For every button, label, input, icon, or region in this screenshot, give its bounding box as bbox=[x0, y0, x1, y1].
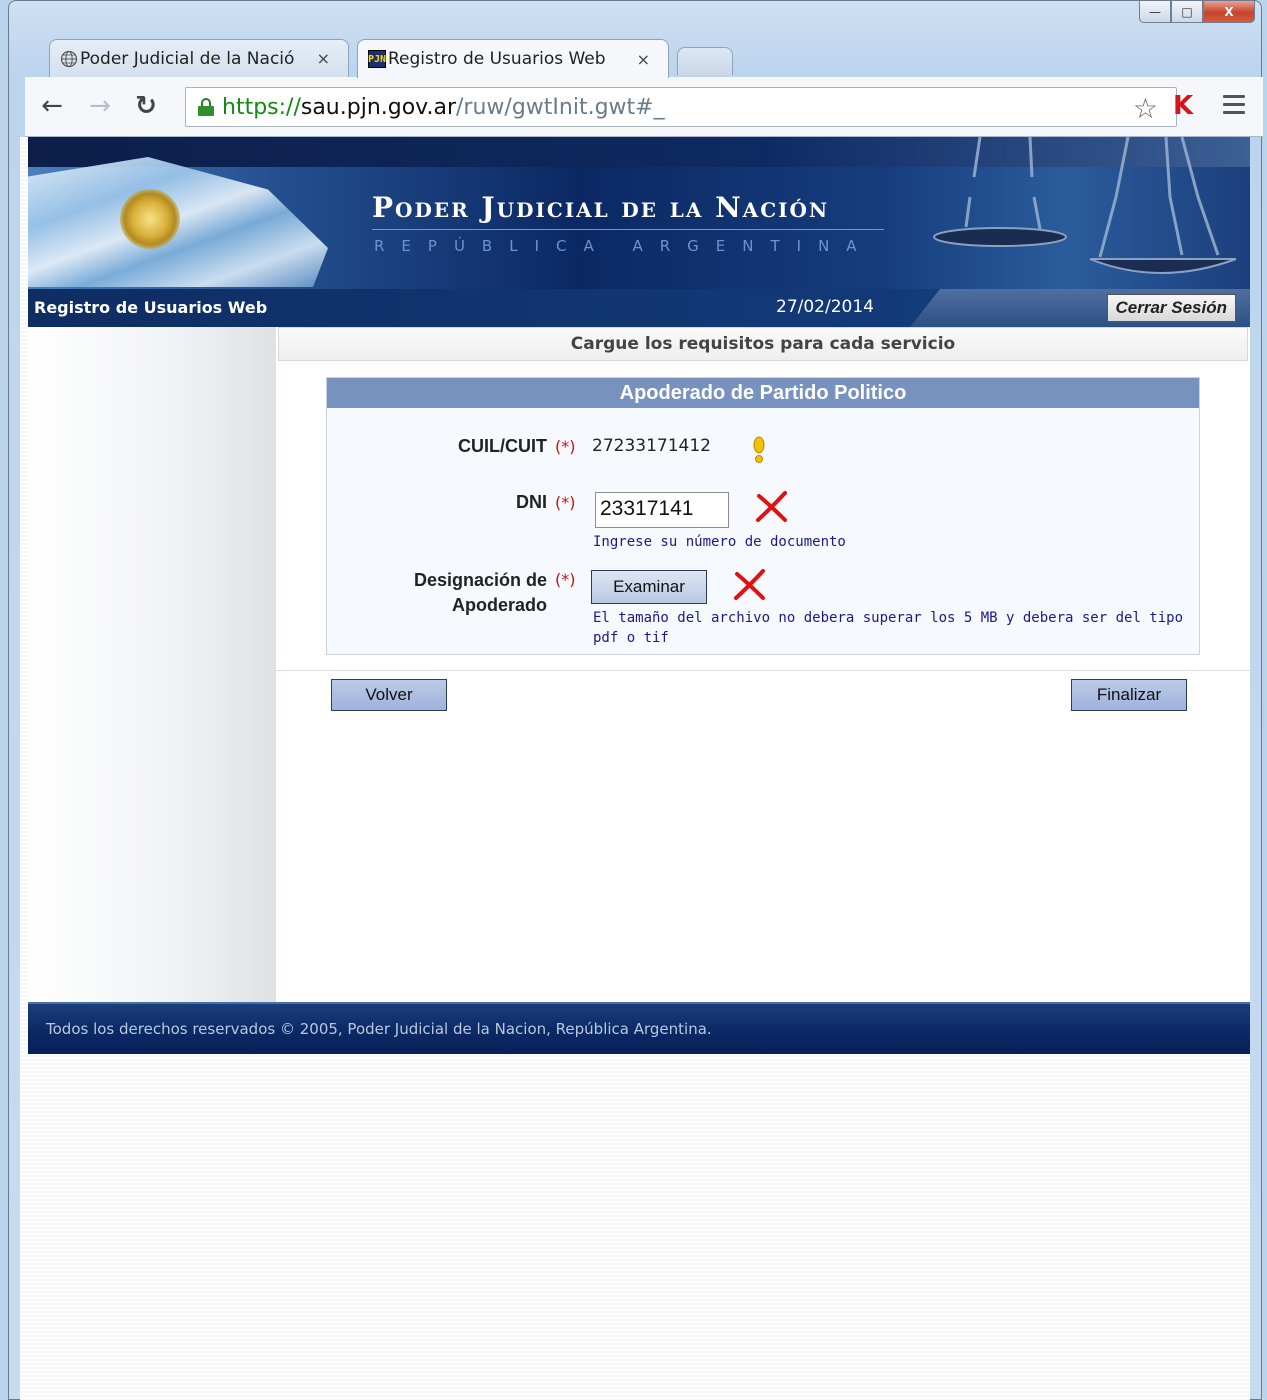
service-form: Apoderado de Partido Politico CUIL/CUIT … bbox=[326, 377, 1200, 655]
tab-strip: Poder Judicial de la Nació × PJN Registr… bbox=[25, 39, 925, 78]
url-scheme: https:// bbox=[222, 94, 301, 120]
invalid-x-icon bbox=[756, 491, 787, 522]
form-title: Apoderado de Partido Politico bbox=[327, 378, 1199, 408]
browser-toolbar: ← → ↻ https://sau.pjn.gov.ar/ruw/gwtInit… bbox=[25, 77, 1263, 137]
menu-hamburger-icon[interactable] bbox=[1223, 95, 1245, 115]
warning-info-icon[interactable] bbox=[751, 436, 767, 464]
tab-title: Poder Judicial de la Nació bbox=[80, 48, 295, 69]
cuil-label: CUIL/CUIT bbox=[458, 436, 547, 456]
page-footer: Todos los derechos reservados © 2005, Po… bbox=[28, 1002, 1250, 1054]
pjn-favicon-icon: PJN bbox=[368, 50, 386, 68]
url-host: sau.pjn.gov.ar bbox=[300, 94, 457, 120]
lock-icon bbox=[198, 98, 214, 116]
main-content: Cargue los requisitos para cada servicio… bbox=[276, 327, 1250, 1002]
page-viewport: Poder Judicial de la Nación REPÚBLICA AR… bbox=[20, 137, 1250, 1400]
maximize-button[interactable]: □ bbox=[1171, 1, 1203, 23]
close-window-button[interactable]: X bbox=[1203, 1, 1255, 23]
designacion-label: Designación de bbox=[413, 570, 547, 590]
required-marker: (*) bbox=[555, 437, 576, 456]
required-marker: (*) bbox=[555, 570, 576, 589]
file-hint: El tamaño del archivo no debera superar … bbox=[593, 610, 1184, 626]
logout-button[interactable]: Cerrar Sesión bbox=[1106, 294, 1236, 322]
minimize-button[interactable]: — bbox=[1139, 1, 1171, 23]
banner-title: Poder Judicial de la Nación bbox=[372, 191, 830, 224]
invalid-x-icon bbox=[734, 569, 765, 600]
dni-hint: Ingrese su número de documento bbox=[593, 534, 846, 550]
new-tab-button[interactable] bbox=[677, 47, 733, 75]
sun-emblem-icon bbox=[120, 189, 180, 249]
app-name: Registro de Usuarios Web bbox=[34, 298, 268, 317]
designacion-label-line2: Apoderado bbox=[451, 595, 547, 615]
file-hint-line2: pdf o tif bbox=[593, 630, 669, 646]
tab-close-icon[interactable]: × bbox=[317, 49, 330, 68]
address-bar[interactable]: https://sau.pjn.gov.ar/ruw/gwtInit.gwt#_… bbox=[185, 87, 1177, 127]
current-date: 27/02/2014 bbox=[776, 297, 874, 317]
tab-poder-judicial[interactable]: Poder Judicial de la Nació × bbox=[49, 39, 349, 77]
cuil-value: 27233171412 bbox=[592, 436, 711, 456]
window-controls: — □ X bbox=[1139, 1, 1255, 23]
back-button[interactable]: Volver bbox=[331, 679, 447, 711]
kaspersky-icon[interactable]: K bbox=[1173, 91, 1203, 121]
bookmark-star-icon[interactable]: ☆ bbox=[1133, 92, 1158, 125]
app-status-bar: Registro de Usuarios Web 27/02/2014 Cerr… bbox=[28, 289, 1250, 327]
section-header: Cargue los requisitos para cada servicio bbox=[278, 327, 1248, 361]
tab-registro-usuarios[interactable]: PJN Registro de Usuarios Web × bbox=[357, 39, 669, 78]
url-path: /ruw/gwtInit.gwt#_ bbox=[456, 94, 665, 120]
left-sidebar bbox=[28, 327, 276, 1002]
banner-subtitle: REPÚBLICA ARGENTINA bbox=[374, 237, 874, 255]
tab-close-icon[interactable]: × bbox=[637, 50, 650, 69]
globe-icon bbox=[60, 50, 78, 68]
header-banner: Poder Judicial de la Nación REPÚBLICA AR… bbox=[28, 137, 1250, 289]
dni-label: DNI bbox=[516, 492, 547, 512]
dni-input[interactable]: 23317141 bbox=[595, 492, 729, 528]
tab-title: Registro de Usuarios Web bbox=[388, 49, 606, 69]
required-marker: (*) bbox=[555, 493, 576, 512]
scales-of-justice-icon bbox=[933, 137, 1237, 274]
browse-file-button[interactable]: Examinar bbox=[591, 570, 707, 604]
reload-icon[interactable]: ↻ bbox=[129, 89, 163, 123]
finish-button[interactable]: Finalizar bbox=[1071, 679, 1187, 711]
forward-arrow-icon[interactable]: → bbox=[83, 89, 117, 123]
back-arrow-icon[interactable]: ← bbox=[35, 89, 69, 123]
